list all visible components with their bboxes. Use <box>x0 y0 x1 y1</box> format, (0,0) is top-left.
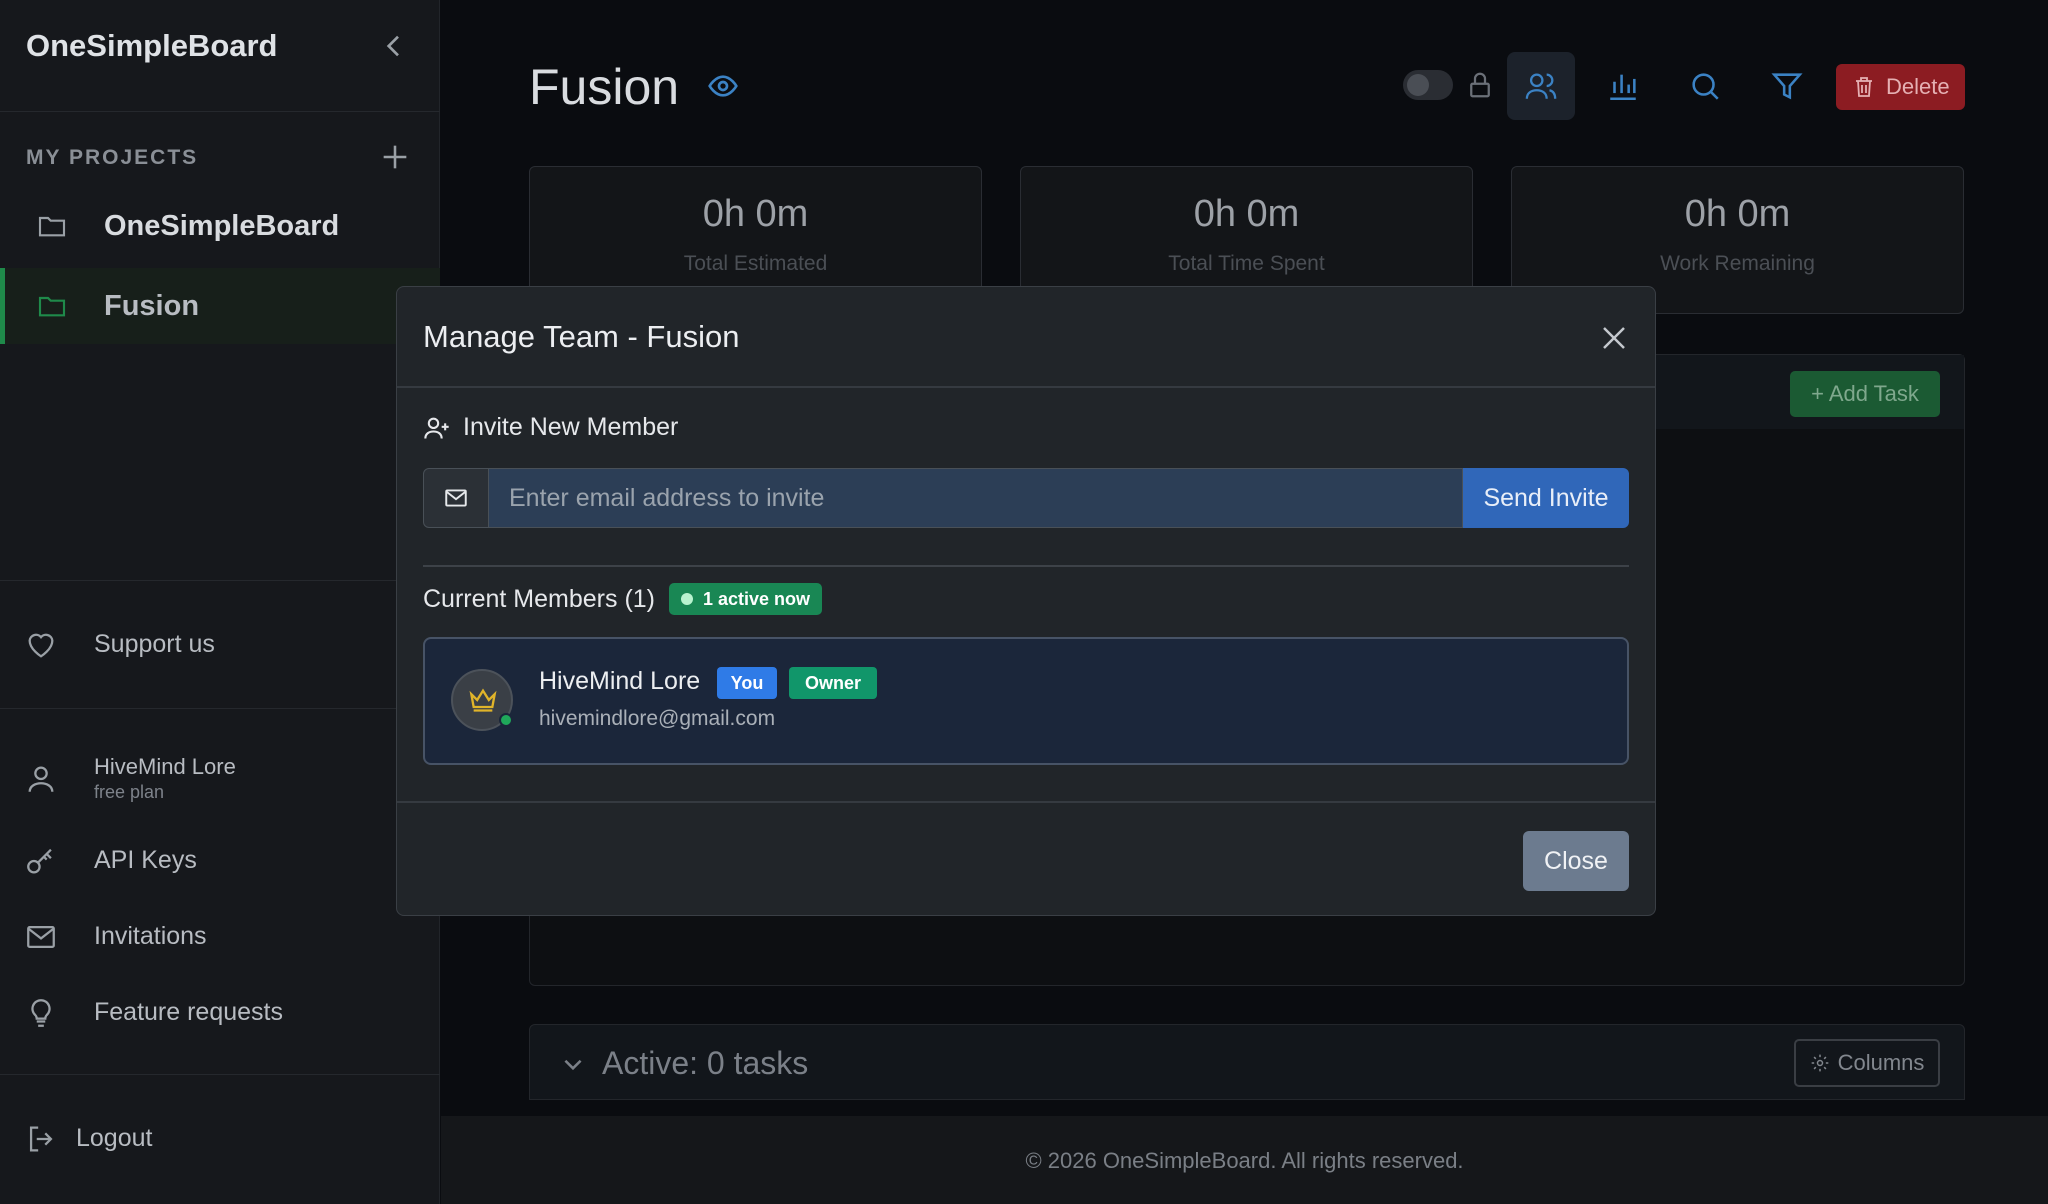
sidebar: OneSimpleBoard MY PROJECTS OneSimpleBoar… <box>0 0 440 1204</box>
close-button[interactable]: Close <box>1523 831 1629 891</box>
stats-button[interactable] <box>1589 52 1657 120</box>
logout-link[interactable]: Logout <box>0 1108 440 1168</box>
envelope-icon <box>27 925 55 949</box>
you-badge: You <box>717 667 777 699</box>
divider <box>0 580 440 581</box>
users-icon <box>1525 73 1557 99</box>
modal-title: Manage Team - Fusion <box>423 319 740 354</box>
footer: © 2026 OneSimpleBoard. All rights reserv… <box>441 1116 2048 1204</box>
feature-requests-label: Feature requests <box>94 998 283 1026</box>
brand-title[interactable]: OneSimpleBoard <box>26 28 278 64</box>
add-task-button[interactable]: + Add Task <box>1790 371 1940 417</box>
divider <box>0 708 440 709</box>
members-heading-label: Current Members (1) <box>423 584 655 613</box>
invite-email-input[interactable] <box>489 468 1463 528</box>
modal-footer-divider <box>397 801 1655 803</box>
sidebar-item-label: OneSimpleBoard <box>104 209 340 242</box>
logout-icon <box>29 1126 53 1152</box>
invite-heading: Invite New Member <box>423 413 678 442</box>
lock-icon <box>1470 72 1490 98</box>
heart-icon <box>28 633 54 658</box>
active-now-badge: 1 active now <box>669 583 823 615</box>
folder-icon <box>38 216 66 237</box>
columns-button[interactable]: Columns <box>1794 1039 1940 1087</box>
envelope-icon <box>445 489 467 507</box>
sidebar-item-fusion[interactable]: Fusion <box>0 268 440 344</box>
logout-label: Logout <box>76 1124 153 1152</box>
active-section-label: Active: 0 tasks <box>602 1045 809 1081</box>
sidebar-item-onesimpleboard[interactable]: OneSimpleBoard <box>0 188 440 264</box>
member-card: HiveMind Lore You Owner hivemindlore@gma… <box>423 637 1629 765</box>
user-name: HiveMind Lore <box>94 754 236 779</box>
send-invite-button[interactable]: Send Invite <box>1463 468 1629 528</box>
chevron-down-icon[interactable] <box>560 1051 586 1077</box>
stat-value: 0h 0m <box>702 193 809 235</box>
divider <box>0 111 440 112</box>
gear-icon <box>1811 1054 1828 1072</box>
user-plus-icon <box>424 417 449 439</box>
invite-heading-label: Invite New Member <box>463 413 679 441</box>
member-email: hivemindlore@gmail.com <box>539 707 776 730</box>
divider <box>0 1074 440 1075</box>
api-keys-label: API Keys <box>94 846 197 874</box>
stat-label: Total Time Spent <box>1168 252 1325 275</box>
section-title: MY PROJECTS <box>26 146 199 169</box>
plus-icon[interactable] <box>378 140 412 174</box>
invitations-link[interactable]: Invitations <box>0 906 440 966</box>
stat-value: 0h 0m <box>1684 193 1791 235</box>
bar-chart-icon <box>1610 74 1636 101</box>
lock-toggle[interactable] <box>1403 70 1453 100</box>
user-plan: free plan <box>94 782 165 802</box>
email-addon <box>423 468 489 528</box>
invitations-label: Invitations <box>94 922 207 950</box>
trash-icon <box>1856 77 1872 97</box>
member-name: HiveMind Lore <box>539 667 701 695</box>
sidebar-item-label: Fusion <box>104 289 200 322</box>
filter-button[interactable] <box>1753 52 1821 120</box>
avatar <box>451 669 513 731</box>
section-divider <box>423 565 1629 567</box>
close-icon[interactable] <box>1599 323 1629 353</box>
active-section-header[interactable]: Active: 0 tasks Columns <box>529 1024 1965 1100</box>
user-icon <box>28 766 54 792</box>
stat-value: 0h 0m <box>1193 193 1300 235</box>
search-icon <box>1692 73 1719 100</box>
search-button[interactable] <box>1671 52 1739 120</box>
modal-header-divider <box>397 386 1655 388</box>
stat-label: Work Remaining <box>1660 252 1815 275</box>
support-label: Support us <box>94 630 215 658</box>
columns-label: Columns <box>1837 1050 1925 1075</box>
owner-badge: Owner <box>789 667 877 699</box>
online-status-icon <box>499 713 513 727</box>
api-keys-link[interactable]: API Keys <box>0 830 440 890</box>
online-dot-icon <box>681 593 693 605</box>
support-link[interactable]: Support us <box>0 614 440 674</box>
crown-icon <box>469 688 497 712</box>
eye-icon[interactable] <box>705 70 741 102</box>
active-now-label: 1 active now <box>703 588 811 609</box>
filter-icon <box>1771 73 1803 100</box>
chevron-left-icon[interactable] <box>378 30 410 62</box>
delete-label: Delete <box>1886 74 1950 99</box>
page-title: Fusion <box>529 59 680 115</box>
folder-icon <box>38 296 66 317</box>
feature-requests-link[interactable]: Feature requests <box>0 982 440 1042</box>
members-heading: Current Members (1) 1 active now <box>423 583 823 615</box>
key-icon <box>27 848 52 874</box>
manage-team-modal: Manage Team - Fusion Invite New Member S… <box>396 286 1656 916</box>
delete-button[interactable]: Delete <box>1836 64 1965 110</box>
team-button[interactable] <box>1507 52 1575 120</box>
lightbulb-icon <box>31 999 51 1027</box>
stat-label: Total Estimated <box>683 252 828 275</box>
invite-input-group: Send Invite <box>423 468 1629 528</box>
